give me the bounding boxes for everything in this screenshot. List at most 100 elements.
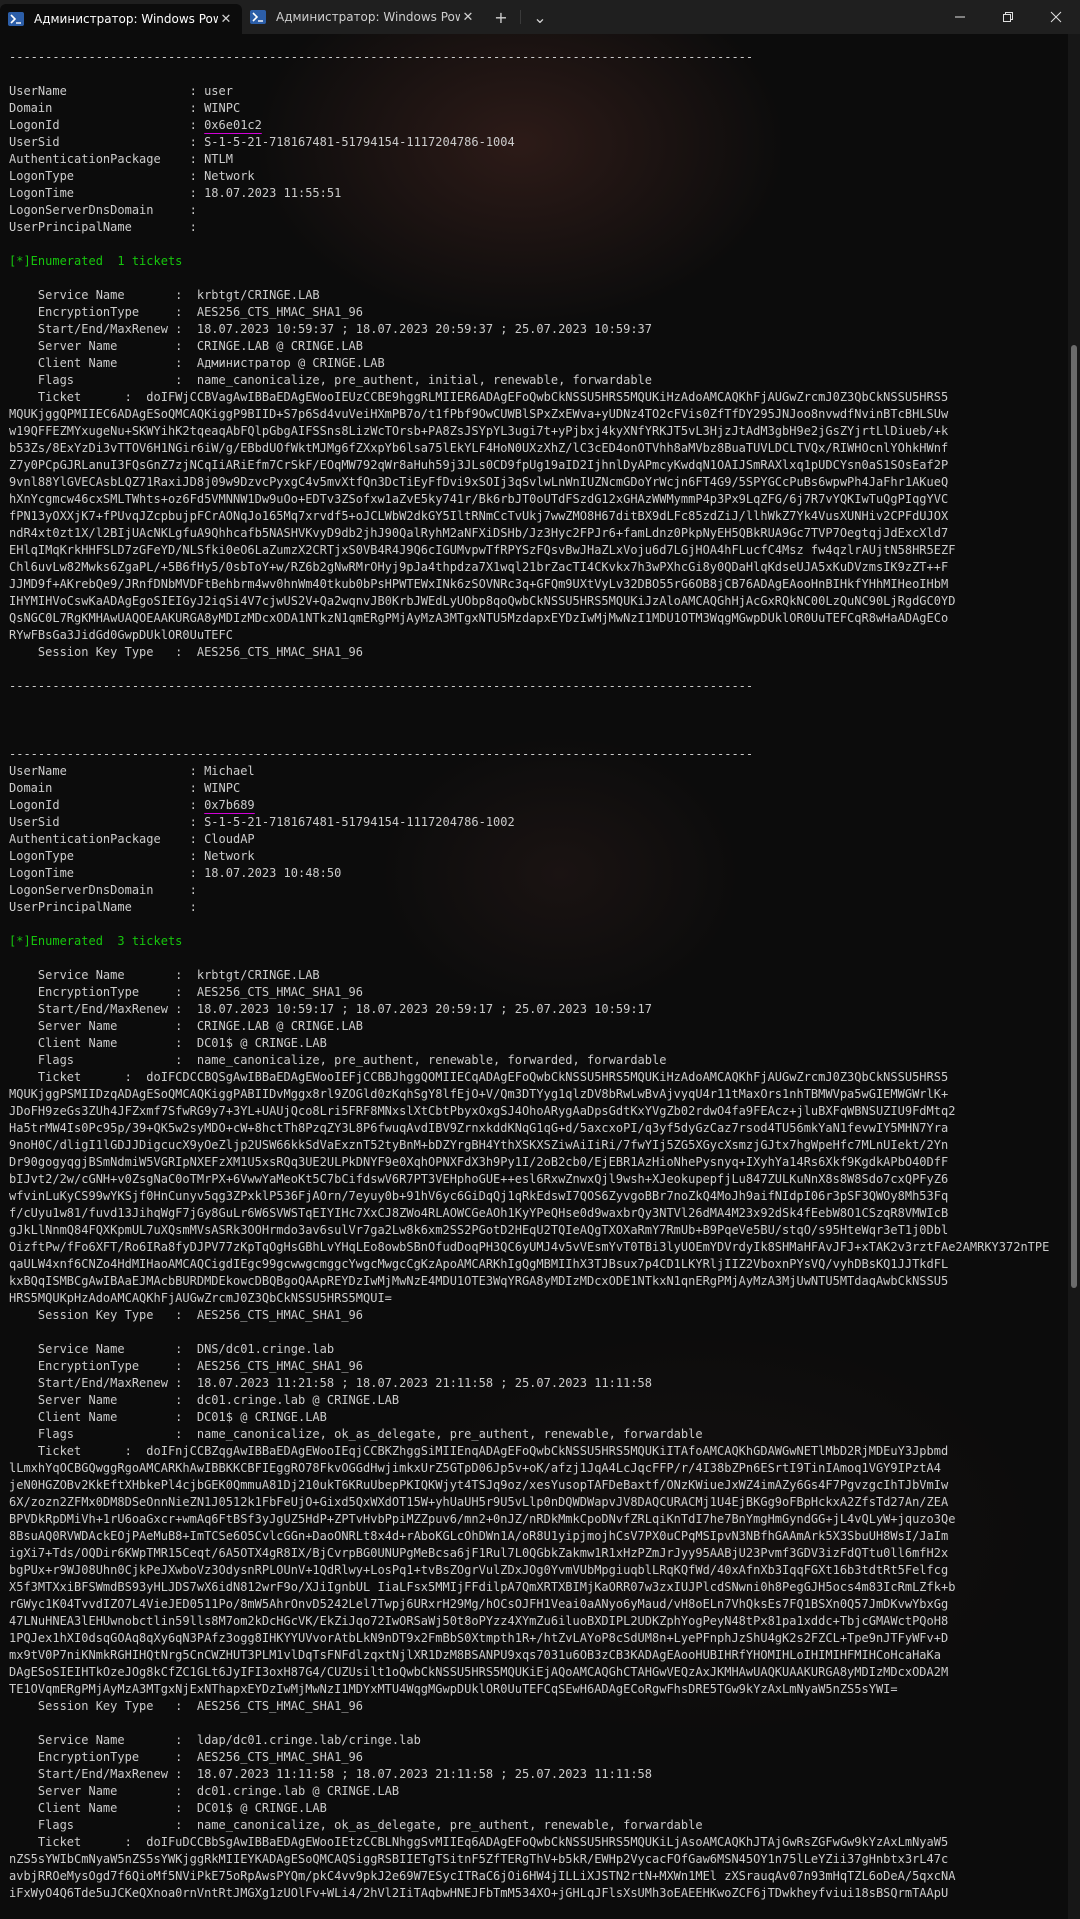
line-text: AuthenticationPackage : CloudAP <box>9 832 255 846</box>
terminal-line: rGWyc1K04TvvdIZO7L4VieJED0511Po/8mW5AhrO… <box>9 1596 1049 1613</box>
terminal-line: OizftPw/fFo6XFT/Ro6IRa8fyDJPV77zKpTqOgHs… <box>9 1239 1049 1256</box>
terminal-line: AuthenticationPackage : CloudAP <box>9 831 1049 848</box>
terminal-line: b53Zs/8ExYzDi3vTTOV6H1NGir6iW/g/EBbdUOfW… <box>9 440 1049 457</box>
terminal-line: Ticket : doIFnjCCBZqgAwIBBaEDAgEWooIEqjC… <box>9 1443 1049 1460</box>
minimize-icon <box>955 16 965 18</box>
minimize-button[interactable] <box>936 0 984 34</box>
line-text: 9noH0C/dligI1lGDJJDigcucX9yOeZljp2USW66k… <box>9 1138 949 1152</box>
terminal-line: Z7y0PCpGJRLanuI3FQsGnZ7zjNCqIiARiEfm7CrS… <box>9 457 1049 474</box>
tab-powershell-1[interactable]: Администратор: Windows PowerShell ✕ <box>0 4 242 34</box>
highlighted-logon-id: 0x6e01c2 <box>204 118 262 134</box>
powershell-icon <box>250 10 266 24</box>
new-tab-button[interactable]: + <box>484 0 518 34</box>
terminal-line: EHlqIMqKrkHHFSLD7zGFeYD/NLSfki0eO6LaZumz… <box>9 542 1049 559</box>
terminal-line: EncryptionType : AES256_CTS_HMAC_SHA1_96 <box>9 1358 1049 1375</box>
terminal-line: Domain : WINPC <box>9 100 1049 117</box>
line-text: LogonId : <box>9 798 205 812</box>
line-text: bIJvt2/2w/cGNH+v0ZsgNaC0oTMrPX+6VwwYaMeo… <box>9 1172 949 1186</box>
line-text: Server Name : CRINGE.LAB @ CRINGE.LAB <box>9 339 364 353</box>
tab-powershell-2[interactable]: Администратор: Windows PowerShell ✕ <box>242 0 484 34</box>
line-text: Ticket : doIFWjCCBVagAwIBBaEDAgEWooIEUzC… <box>9 390 949 404</box>
terminal-line: Ticket : doIFWjCCBVagAwIBBaEDAgEWooIEUzC… <box>9 389 1049 406</box>
close-icon[interactable]: ✕ <box>218 12 234 27</box>
terminal-line: [*]Enumerated 3 tickets <box>9 933 1049 950</box>
line-text: ----------------------------------------… <box>9 679 754 693</box>
chevron-down-icon: ⌄ <box>533 7 547 27</box>
line-text: EncryptionType : AES256_CTS_HMAC_SHA1_96 <box>9 1359 364 1373</box>
close-window-button[interactable] <box>1032 0 1080 34</box>
line-text: MQUKjggPSMIIDzqADAgESoQMCAQKiggPABIIDvMg… <box>9 1087 949 1101</box>
terminal-line: ----------------------------------------… <box>9 678 1049 695</box>
terminal-line: Ticket : doIFCDCCBQSgAwIBBaEDAgEWooIEFjC… <box>9 1069 1049 1086</box>
line-text: Client Name : DC01$ @ CRINGE.LAB <box>9 1410 327 1424</box>
terminal-line: 8BsuAQ0RVWDAckEOjPAeMuB8+ImTCSe6O5CvlcGG… <box>9 1528 1049 1545</box>
line-text: TE1OVqmERgPMjAyMzA3MTgxNjExNThapxEYDzIwM… <box>9 1682 898 1696</box>
terminal-output[interactable]: ----------------------------------------… <box>0 34 1068 1919</box>
terminal-line: UserSid : S-1-5-21-718167481-51794154-11… <box>9 134 1049 151</box>
line-text: DAgESoSIEIHTkOzeJOg8kCfZC1GLt6JyIFI3oxH8… <box>9 1665 949 1679</box>
terminal-line: Start/End/MaxRenew : 18.07.2023 10:59:37… <box>9 321 1049 338</box>
line-text: Session Key Type : AES256_CTS_HMAC_SHA1_… <box>9 645 364 659</box>
terminal-line: UserPrincipalName : <box>9 219 1049 236</box>
line-text: ----------------------------------------… <box>9 50 754 64</box>
line-text: Server Name : dc01.cringe.lab @ CRINGE.L… <box>9 1784 400 1798</box>
line-text: JJMD9f+AKrebQe9/JRnfDNbMVDFtBehbrm4wv0hn… <box>9 577 949 591</box>
terminal-line: ndR4xt0zt1X/l2BIjUAcNKLgfuA9Qhhcafb5NASH… <box>9 525 1049 542</box>
line-text: Server Name : CRINGE.LAB @ CRINGE.LAB <box>9 1019 364 1033</box>
terminal-line: Service Name : ldap/dc01.cringe.lab/crin… <box>9 1732 1049 1749</box>
line-text: Service Name : krbtgt/CRINGE.LAB <box>9 288 320 302</box>
line-text: UserPrincipalName : <box>9 220 197 234</box>
terminal-line: Dr90gogyqgjBSmNdmiW5VGRIpNXEFzXM1U5xsRQq… <box>9 1154 1049 1171</box>
terminal-line: 6X/zozn2ZFMx0DM8DSeOnnNieZN1J0512k1FbFeU… <box>9 1494 1049 1511</box>
maximize-button[interactable] <box>984 0 1032 34</box>
line-text: Ticket : doIFuDCCBbSgAwIBBaEDAgEWooIEtzC… <box>9 1835 949 1849</box>
terminal-line: 9vnl88YlGVECAsbLQZ71RaxiJD8j09w9DzvcPyxg… <box>9 474 1049 491</box>
terminal-line: gJkLlNnmQ84FQXKpmUL7uXQsmMVsASRk3OOHrmdo… <box>9 1222 1049 1239</box>
line-text: UserPrincipalName : <box>9 900 197 914</box>
terminal-line: UserName : user <box>9 83 1049 100</box>
line-text: Ticket : doIFnjCCBZqgAwIBBaEDAgEWooIEqjC… <box>9 1444 949 1458</box>
line-text: Service Name : DNS/dc01.cringe.lab <box>9 1342 335 1356</box>
terminal-line: hXnYcgmcw46cxSMLTWhts+oz6Fd5VMNNW1Dw9uOo… <box>9 491 1049 508</box>
terminal-line: Session Key Type : AES256_CTS_HMAC_SHA1_… <box>9 1307 1049 1324</box>
line-text: Domain : WINPC <box>9 101 241 115</box>
terminal-line: Server Name : CRINGE.LAB @ CRINGE.LAB <box>9 1018 1049 1035</box>
terminal-line: X5f3MTXxiBFSWmdBS93yHLJDS7wX6idN812wrF9o… <box>9 1579 1049 1596</box>
terminal-line: Server Name : dc01.cringe.lab @ CRINGE.L… <box>9 1783 1049 1800</box>
terminal-line: TE1OVqmERgPMjAyMzA3MTgxNjExNThapxEYDzIwM… <box>9 1681 1049 1698</box>
line-text: Flags : name_canonicalize, ok_as_delegat… <box>9 1427 703 1441</box>
terminal-line: Start/End/MaxRenew : 18.07.2023 11:11:58… <box>9 1766 1049 1783</box>
line-text: LogonTime : 18.07.2023 10:48:50 <box>9 866 342 880</box>
line-text: Start/End/MaxRenew : 18.07.2023 10:59:37… <box>9 322 652 336</box>
line-text: X5f3MTXxiBFSWmdBS93yHLJDS7wX6idN812wrF9o… <box>9 1580 956 1594</box>
tab-bar: Администратор: Windows PowerShell ✕ Адми… <box>0 0 1080 34</box>
line-text: [*]Enumerated 3 tickets <box>9 934 183 948</box>
title-drag-region[interactable] <box>557 0 936 34</box>
terminal-line: ----------------------------------------… <box>9 746 1049 763</box>
line-text: MQUKjggQPMIIEC6ADAgESoQMCAQKiggP9BIID+S7… <box>9 407 949 421</box>
tab-dropdown-button[interactable]: ⌄ <box>523 0 557 34</box>
terminal-line: fPN13yOXXjK7+fPUvqJZcpbujpFCrAONqJo165Mq… <box>9 508 1049 525</box>
scrollbar-thumb[interactable] <box>1071 345 1077 1288</box>
line-text: Service Name : krbtgt/CRINGE.LAB <box>9 968 320 982</box>
close-icon[interactable]: ✕ <box>460 10 476 25</box>
terminal-line: Flags : name_canonicalize, pre_authent, … <box>9 372 1049 389</box>
line-text: Flags : name_canonicalize, pre_authent, … <box>9 373 652 387</box>
terminal-line: Client Name : DC01$ @ CRINGE.LAB <box>9 1035 1049 1052</box>
line-text: QsNGC0L7RgKMHAwUAQOEAAKURGA8yMDIzMDcxODA… <box>9 611 949 625</box>
plus-icon: + <box>494 7 508 27</box>
line-text: UserName : Michael <box>9 764 255 778</box>
terminal-line: DAgESoSIEIHTkOzeJOg8kCfZC1GLt6JyIFI3oxH8… <box>9 1664 1049 1681</box>
terminal-line: w19QFFEZMYxugeNu+SKWYihK2tqeaqAbFQlpGbgA… <box>9 423 1049 440</box>
terminal-line: 9noH0C/dligI1lGDJJDigcucX9yOeZljp2USW66k… <box>9 1137 1049 1154</box>
line-text: avbjRROeMysOgd7f6QioMf5NViPkE75oRpAwsPYQ… <box>9 1869 956 1883</box>
terminal-line: mx9tV0P7niKNmkRGHIHQtNrg5CnCWZHUT3PLM1vl… <box>9 1647 1049 1664</box>
terminal-line: Start/End/MaxRenew : 18.07.2023 10:59:17… <box>9 1001 1049 1018</box>
line-text: BPVDkRpDMiVh+1rU6oaGxcr+wmAq6FtBSf3yJgUZ… <box>9 1512 956 1526</box>
scrollbar[interactable] <box>1068 34 1080 1919</box>
line-text: igXi7+Tds/OQDir6KWpTMR15Ceqt/6A5OTX4gR8I… <box>9 1546 949 1560</box>
